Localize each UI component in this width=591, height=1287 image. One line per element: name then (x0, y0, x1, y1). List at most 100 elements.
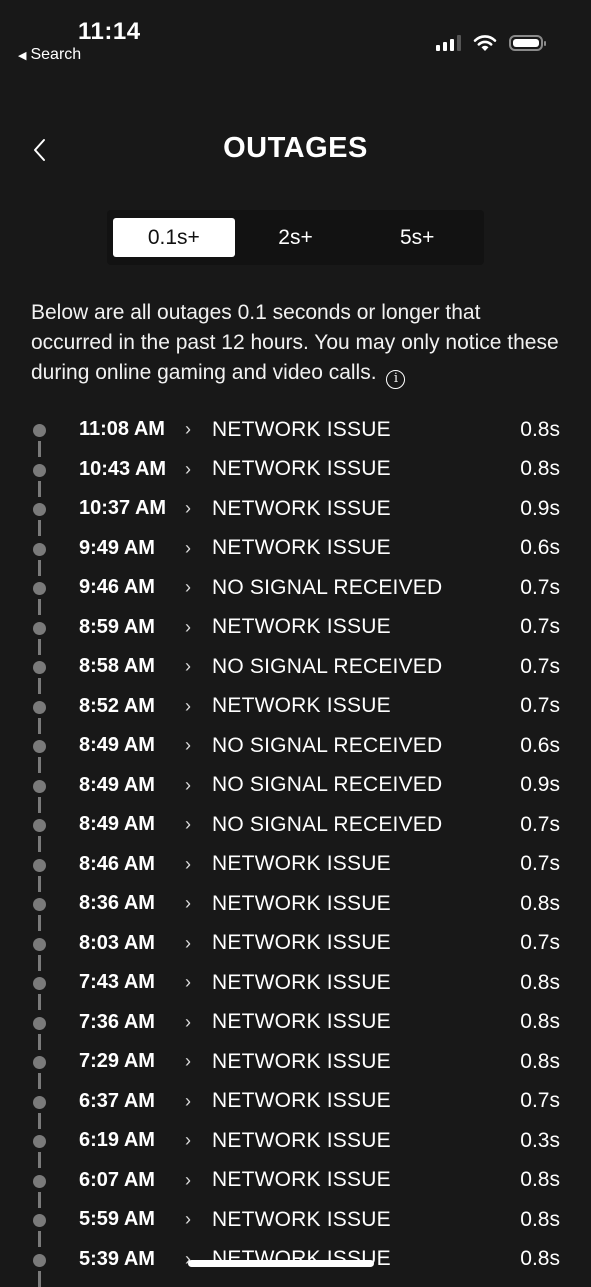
timeline-dot-icon (33, 424, 46, 437)
outage-row[interactable]: 10:43 AM › NETWORK ISSUE 0.8s (0, 450, 591, 497)
outage-duration: 0.7s (520, 615, 560, 639)
duration-filter: 0.1s+ 2s+ 5s+ (107, 210, 484, 265)
outage-row[interactable]: 8:49 AM › NO SIGNAL RECEIVED 0.7s (0, 805, 591, 852)
outage-duration: 0.7s (520, 852, 560, 876)
outage-time: 8:58 AM (79, 655, 155, 678)
chevron-right-icon: › (185, 1209, 191, 1230)
chevron-right-icon: › (185, 656, 191, 677)
chevron-right-icon: › (185, 1090, 191, 1111)
outage-row[interactable]: 8:52 AM › NETWORK ISSUE 0.7s (0, 687, 591, 734)
outage-type: NETWORK ISSUE (212, 1207, 391, 1231)
timeline-dot-icon (33, 1253, 46, 1267)
outage-row[interactable]: 6:37 AM › NETWORK ISSUE 0.7s (0, 1082, 591, 1129)
outage-time: 10:37 AM (79, 497, 167, 520)
outage-row[interactable]: 7:36 AM › NETWORK ISSUE 0.8s (0, 1003, 591, 1050)
outage-row[interactable]: 8:59 AM › NETWORK ISSUE 0.7s (0, 608, 591, 655)
outage-duration: 0.8s (520, 417, 560, 441)
outage-row[interactable]: 6:07 AM › NETWORK ISSUE 0.8s (0, 1161, 591, 1208)
chevron-right-icon: › (185, 814, 191, 835)
filter-tab-0-1s[interactable]: 0.1s+ (113, 218, 235, 257)
outage-time: 5:39 AM (79, 1247, 155, 1270)
home-indicator[interactable] (188, 1260, 374, 1267)
outage-type: NETWORK ISSUE (212, 536, 391, 560)
info-icon[interactable]: i (386, 369, 406, 389)
outage-duration: 0.8s (520, 970, 560, 994)
outage-duration: 0.8s (520, 1207, 560, 1231)
timeline-dot-icon (33, 1135, 46, 1148)
outage-time: 8:36 AM (79, 892, 155, 915)
outage-duration: 0.8s (520, 1010, 560, 1034)
outage-time: 8:03 AM (79, 931, 155, 954)
outage-type: NO SIGNAL RECEIVED (212, 654, 443, 678)
timeline-dot-icon (33, 1056, 46, 1069)
outage-type: NETWORK ISSUE (212, 615, 391, 639)
timeline-dot-icon (33, 503, 46, 516)
chevron-right-icon: › (185, 893, 191, 914)
outage-time: 8:52 AM (79, 694, 155, 717)
nav-header: OUTAGES (0, 120, 591, 180)
timeline-dot-icon (33, 582, 46, 595)
timeline-dot-icon (33, 858, 46, 872)
outage-type: NETWORK ISSUE (212, 931, 391, 955)
chevron-right-icon: › (185, 695, 191, 716)
outage-row[interactable]: 7:43 AM › NETWORK ISSUE 0.8s (0, 963, 591, 1010)
outage-type: NETWORK ISSUE (212, 852, 391, 876)
back-app-label: Search (30, 46, 82, 63)
outage-time: 8:49 AM (79, 813, 155, 836)
outage-time: 9:46 AM (79, 576, 155, 599)
outage-time: 7:29 AM (79, 1050, 155, 1073)
description: Below are all outages 0.1 seconds or lon… (31, 298, 561, 389)
chevron-right-icon: › (185, 932, 191, 953)
filter-tab-2s[interactable]: 2s+ (235, 218, 357, 257)
outage-type: NETWORK ISSUE (212, 1010, 391, 1034)
outage-row[interactable]: 8:49 AM › NO SIGNAL RECEIVED 0.9s (0, 766, 591, 813)
timeline-dot-icon (33, 700, 46, 714)
outage-row[interactable]: 8:58 AM › NO SIGNAL RECEIVED 0.7s (0, 647, 591, 694)
outage-row[interactable]: 10:37 AM › NETWORK ISSUE 0.9s (0, 489, 591, 536)
outage-time: 7:36 AM (79, 1010, 155, 1033)
outage-duration: 0.6s (520, 733, 560, 757)
outage-type: NETWORK ISSUE (212, 970, 391, 994)
outage-time: 11:08 AM (79, 418, 165, 441)
timeline-dot-icon (33, 661, 46, 674)
outage-type: NETWORK ISSUE (212, 457, 391, 481)
battery-icon (509, 35, 546, 51)
filter-tab-5s[interactable]: 5s+ (356, 218, 478, 257)
timeline-dot-icon (33, 937, 46, 951)
outage-duration: 0.3s (520, 1128, 560, 1152)
page-title: OUTAGES (223, 132, 368, 164)
back-to-app-link[interactable]: ◀ Search (18, 46, 81, 64)
outage-row[interactable]: 9:49 AM › NETWORK ISSUE 0.6s (0, 529, 591, 576)
chevron-right-icon: › (185, 498, 191, 519)
chevron-right-icon: › (185, 774, 191, 795)
outage-time: 10:43 AM (79, 457, 167, 480)
outage-row[interactable]: 8:49 AM › NO SIGNAL RECEIVED 0.6s (0, 726, 591, 773)
outage-duration: 0.8s (520, 1049, 560, 1073)
chevron-right-icon: › (185, 972, 191, 993)
outage-row[interactable]: 7:29 AM › NETWORK ISSUE 0.8s (0, 1042, 591, 1089)
timeline-dot-icon (33, 819, 46, 832)
outage-time: 8:46 AM (79, 852, 155, 875)
timeline-dot-icon (33, 1214, 46, 1227)
timeline-dot-icon (33, 1095, 46, 1109)
outage-type: NO SIGNAL RECEIVED (212, 812, 443, 836)
outage-time: 8:59 AM (79, 615, 155, 638)
outage-row[interactable]: 8:03 AM › NETWORK ISSUE 0.7s (0, 924, 591, 971)
back-triangle-icon: ◀ (18, 49, 27, 62)
outage-time: 6:07 AM (79, 1168, 155, 1191)
outage-type: NETWORK ISSUE (212, 1128, 391, 1152)
outage-type: NO SIGNAL RECEIVED (212, 575, 443, 599)
outage-duration: 0.7s (520, 694, 560, 718)
timeline-dot-icon (33, 1174, 46, 1188)
outage-type: NETWORK ISSUE (212, 496, 391, 520)
outage-row[interactable]: 11:08 AM › NETWORK ISSUE 0.8s (0, 410, 591, 457)
outage-row[interactable]: 6:19 AM › NETWORK ISSUE 0.3s (0, 1121, 591, 1168)
outage-duration: 0.8s (520, 1168, 560, 1192)
outage-time: 5:59 AM (79, 1208, 155, 1231)
outage-row[interactable]: 9:46 AM › NO SIGNAL RECEIVED 0.7s (0, 568, 591, 615)
outage-row[interactable]: 8:36 AM › NETWORK ISSUE 0.8s (0, 884, 591, 931)
status-icons (436, 34, 546, 52)
outage-duration: 0.8s (520, 457, 560, 481)
outage-row[interactable]: 8:46 AM › NETWORK ISSUE 0.7s (0, 845, 591, 892)
outage-row[interactable]: 5:59 AM › NETWORK ISSUE 0.8s (0, 1200, 591, 1247)
